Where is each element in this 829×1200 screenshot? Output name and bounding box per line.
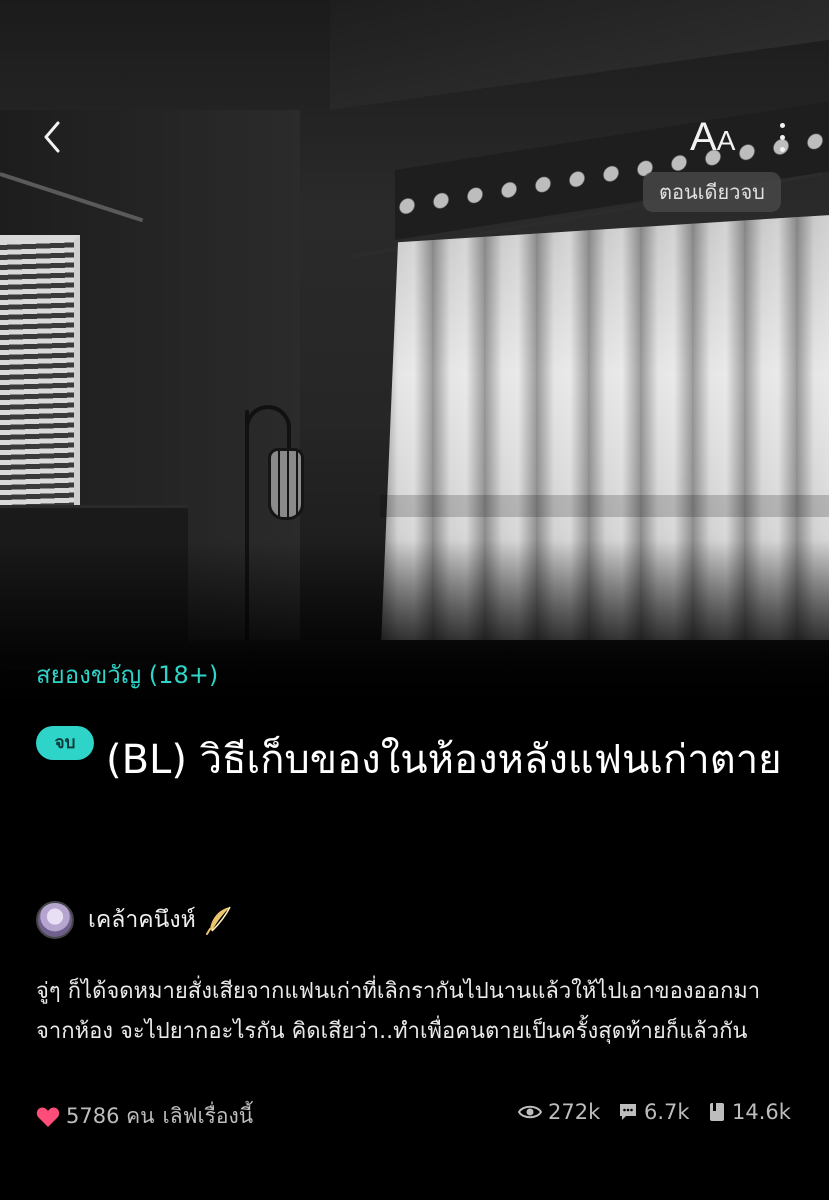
back-button[interactable] xyxy=(36,115,76,159)
author-row[interactable]: เคล้าคนึงห์ xyxy=(36,900,232,940)
heart-icon xyxy=(36,1106,60,1127)
comments-count: 6.7k xyxy=(644,1100,690,1124)
story-title: (BL) วิธีเก็บของในห้องหลังแฟนเก่าตาย xyxy=(106,737,782,783)
more-vertical-icon xyxy=(772,123,792,152)
comments-stat: 6.7k xyxy=(618,1100,690,1124)
love-count: 5786 คน xyxy=(66,1104,155,1128)
status-badge: จบ xyxy=(36,726,94,760)
author-name[interactable]: เคล้าคนึงห์ xyxy=(88,902,196,938)
more-options-button[interactable] xyxy=(772,118,792,160)
font-size-icon-small: A xyxy=(716,125,736,156)
cover-window-blinds xyxy=(0,235,80,510)
cover-curtain-header xyxy=(395,100,829,240)
oneshot-badge: ตอนเดียวจบ xyxy=(643,172,781,212)
bookmarks-stat: 14.6k xyxy=(708,1100,791,1124)
feather-icon xyxy=(205,906,231,935)
views-stat: 272k xyxy=(518,1100,600,1124)
back-arrow-icon xyxy=(44,121,60,153)
cover-lamp-cage xyxy=(268,448,304,520)
story-synopsis: จู่ๆ ก็ได้จดหมายสั่งเสียจากแฟนเก่าที่เลิ… xyxy=(36,979,761,1044)
comment-icon xyxy=(620,1104,636,1120)
author-avatar[interactable] xyxy=(36,901,74,939)
cover-ceiling xyxy=(330,0,829,110)
book-icon xyxy=(710,1103,724,1121)
views-count: 272k xyxy=(548,1100,601,1124)
love-button[interactable]: 5786 คน เลิฟเรื่องนี้ xyxy=(36,1100,253,1133)
stats-row: 5786 คน เลิฟเรื่องนี้ 272k 6.7k 14.6k xyxy=(36,1100,796,1134)
bookmarks-count: 14.6k xyxy=(732,1100,791,1124)
font-size-icon-large: A xyxy=(690,115,717,159)
font-size-button[interactable]: AA xyxy=(690,115,746,159)
category-link[interactable]: สยองขวัญ (18+) xyxy=(36,655,218,694)
love-label: เลิฟเรื่องนี้ xyxy=(162,1104,254,1128)
cover-curtain-shadow xyxy=(380,495,829,517)
eye-icon xyxy=(518,1105,542,1119)
cover-image xyxy=(0,0,829,700)
cover-lamp-arm xyxy=(245,405,291,451)
